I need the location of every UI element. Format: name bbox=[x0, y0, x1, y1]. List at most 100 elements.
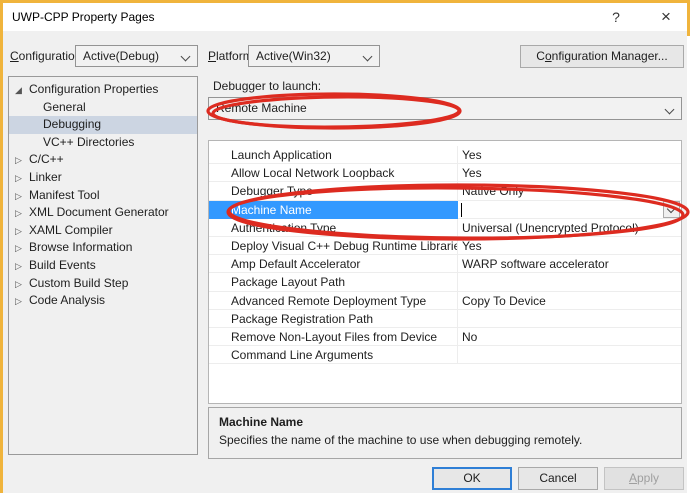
property-row[interactable]: Launch Application Yes bbox=[209, 146, 681, 164]
debugger-to-launch-label: Debugger to launch: bbox=[213, 77, 321, 95]
property-name-cell: Amp Default Accelerator bbox=[209, 255, 458, 273]
property-value-cell[interactable] bbox=[458, 201, 681, 219]
help-button[interactable]: ? bbox=[599, 3, 633, 31]
tree-item-label: Configuration Properties bbox=[29, 82, 158, 96]
property-row[interactable]: Debugger Type Native Only bbox=[209, 182, 681, 200]
tree-expander-icon[interactable]: ▷ bbox=[15, 152, 29, 170]
property-value-text: Yes bbox=[462, 239, 482, 253]
property-grid: Launch Application Yes Allow Local Netwo… bbox=[208, 140, 682, 404]
apply-button[interactable]: Apply bbox=[604, 467, 684, 490]
property-row[interactable]: Package Registration Path bbox=[209, 310, 681, 328]
property-row[interactable]: Allow Local Network Loopback Yes bbox=[209, 164, 681, 182]
property-value-cell[interactable] bbox=[458, 273, 681, 291]
tree-item[interactable]: ▷Browse Information bbox=[9, 239, 197, 257]
tree-expander-icon[interactable]: ▷ bbox=[15, 205, 29, 223]
property-name-cell: Launch Application bbox=[209, 146, 458, 164]
window-title: UWP-CPP Property Pages bbox=[12, 3, 155, 31]
value-dropdown-button[interactable] bbox=[663, 201, 680, 218]
ok-button[interactable]: OK bbox=[432, 467, 512, 490]
tree-expander-icon[interactable]: ▷ bbox=[15, 258, 29, 276]
debugger-combobox-value: Remote Machine bbox=[216, 101, 307, 115]
property-value-cell[interactable]: Yes bbox=[458, 237, 681, 255]
text-caret bbox=[461, 203, 462, 217]
tree-item[interactable]: VC++ Directories bbox=[9, 134, 197, 152]
tree-item-label: Browse Information bbox=[29, 240, 132, 254]
property-pages-dialog: UWP-CPP Property Pages ? × Configuration… bbox=[3, 3, 687, 493]
tree-expander-icon[interactable]: ▷ bbox=[15, 188, 29, 206]
cancel-button[interactable]: Cancel bbox=[518, 467, 598, 490]
property-value-text: Yes bbox=[462, 166, 482, 180]
property-row[interactable]: Advanced Remote Deployment Type Copy To … bbox=[209, 292, 681, 310]
configuration-manager-button[interactable]: Configuration Manager... bbox=[520, 45, 684, 68]
help-icon: ? bbox=[612, 9, 620, 25]
property-name-cell: Command Line Arguments bbox=[209, 346, 458, 364]
property-value-cell[interactable]: Native Only bbox=[458, 182, 681, 200]
tree-item[interactable]: ◢Configuration Properties bbox=[9, 81, 197, 99]
tree-item-label: Debugging bbox=[43, 117, 101, 131]
property-value-cell[interactable]: Copy To Device bbox=[458, 292, 681, 310]
screenshot-highlight-border bbox=[0, 0, 690, 3]
configuration-select-value: Active(Debug) bbox=[83, 49, 159, 63]
platform-select[interactable]: Active(Win32) bbox=[248, 45, 380, 67]
tree-item[interactable]: ▷XML Document Generator bbox=[9, 204, 197, 222]
chevron-down-icon bbox=[665, 105, 675, 115]
close-button[interactable]: × bbox=[649, 3, 683, 31]
tree-item[interactable]: ▷C/C++ bbox=[9, 151, 197, 169]
tree-item-label: C/C++ bbox=[29, 152, 64, 166]
property-value-text: Yes bbox=[462, 148, 482, 162]
tree-expander-icon[interactable]: ▷ bbox=[15, 240, 29, 258]
tree-item-label: Manifest Tool bbox=[29, 188, 99, 202]
tree-item-label: Custom Build Step bbox=[29, 276, 128, 290]
tree-expander-icon[interactable]: ▷ bbox=[15, 276, 29, 294]
property-name-cell: Machine Name bbox=[209, 201, 458, 219]
property-row[interactable]: Amp Default Accelerator WARP software ac… bbox=[209, 255, 681, 273]
configuration-select[interactable]: Active(Debug) bbox=[75, 45, 198, 67]
tree-item[interactable]: ▷Manifest Tool bbox=[9, 187, 197, 205]
property-value-cell[interactable]: WARP software accelerator bbox=[458, 255, 681, 273]
property-value-cell[interactable]: Yes bbox=[458, 146, 681, 164]
tree-item-label: XML Document Generator bbox=[29, 205, 169, 219]
property-row[interactable]: Machine Name bbox=[209, 201, 681, 219]
property-name-cell: Allow Local Network Loopback bbox=[209, 164, 458, 182]
tree-expander-icon[interactable]: ◢ bbox=[15, 82, 29, 100]
property-row[interactable]: Authentication Type Universal (Unencrypt… bbox=[209, 219, 681, 237]
title-bar: UWP-CPP Property Pages ? × bbox=[3, 3, 687, 31]
tree-expander-icon[interactable]: ▷ bbox=[15, 170, 29, 188]
tree-item[interactable]: ▷Custom Build Step bbox=[9, 275, 197, 293]
screenshot-highlight-border bbox=[0, 0, 3, 493]
tree-item-label: Linker bbox=[29, 170, 62, 184]
configuration-tree: ◢Configuration Properties General Debugg… bbox=[8, 76, 198, 455]
tree-item-label: Code Analysis bbox=[29, 293, 105, 307]
tree-item[interactable]: ▷Linker bbox=[9, 169, 197, 187]
close-icon: × bbox=[661, 7, 671, 26]
property-value-cell[interactable]: Universal (Unencrypted Protocol) bbox=[458, 219, 681, 237]
property-value-cell[interactable]: Yes bbox=[458, 164, 681, 182]
property-row[interactable]: Remove Non-Layout Files from Device No bbox=[209, 328, 681, 346]
tree-item[interactable]: ▷XAML Compiler bbox=[9, 222, 197, 240]
tree-item-label: Build Events bbox=[29, 258, 96, 272]
tree-expander-icon[interactable]: ▷ bbox=[15, 293, 29, 311]
tree-item[interactable]: Debugging bbox=[9, 116, 197, 134]
tree-item[interactable]: ▷Build Events bbox=[9, 257, 197, 275]
description-text: Specifies the name of the machine to use… bbox=[219, 433, 671, 447]
property-row[interactable]: Package Layout Path bbox=[209, 273, 681, 291]
tree-item[interactable]: ▷Code Analysis bbox=[9, 292, 197, 310]
tree-item-label: VC++ Directories bbox=[43, 135, 134, 149]
property-name-cell: Package Registration Path bbox=[209, 310, 458, 328]
chevron-down-icon bbox=[363, 52, 373, 62]
description-title: Machine Name bbox=[219, 415, 671, 429]
property-value-text: WARP software accelerator bbox=[462, 257, 609, 271]
property-value-cell[interactable]: No bbox=[458, 328, 681, 346]
property-value-text: Universal (Unencrypted Protocol) bbox=[462, 221, 639, 235]
tree-item[interactable]: General bbox=[9, 99, 197, 117]
property-value-cell[interactable] bbox=[458, 346, 681, 364]
tree-expander-icon[interactable]: ▷ bbox=[15, 223, 29, 241]
platform-select-value: Active(Win32) bbox=[256, 49, 331, 63]
property-value-text: No bbox=[462, 330, 477, 344]
chevron-down-icon bbox=[181, 52, 191, 62]
property-row[interactable]: Command Line Arguments bbox=[209, 346, 681, 364]
property-row[interactable]: Deploy Visual C++ Debug Runtime Librarie… bbox=[209, 237, 681, 255]
property-name-cell: Debugger Type bbox=[209, 182, 458, 200]
debugger-combobox[interactable]: Remote Machine bbox=[208, 97, 682, 120]
property-value-cell[interactable] bbox=[458, 310, 681, 328]
